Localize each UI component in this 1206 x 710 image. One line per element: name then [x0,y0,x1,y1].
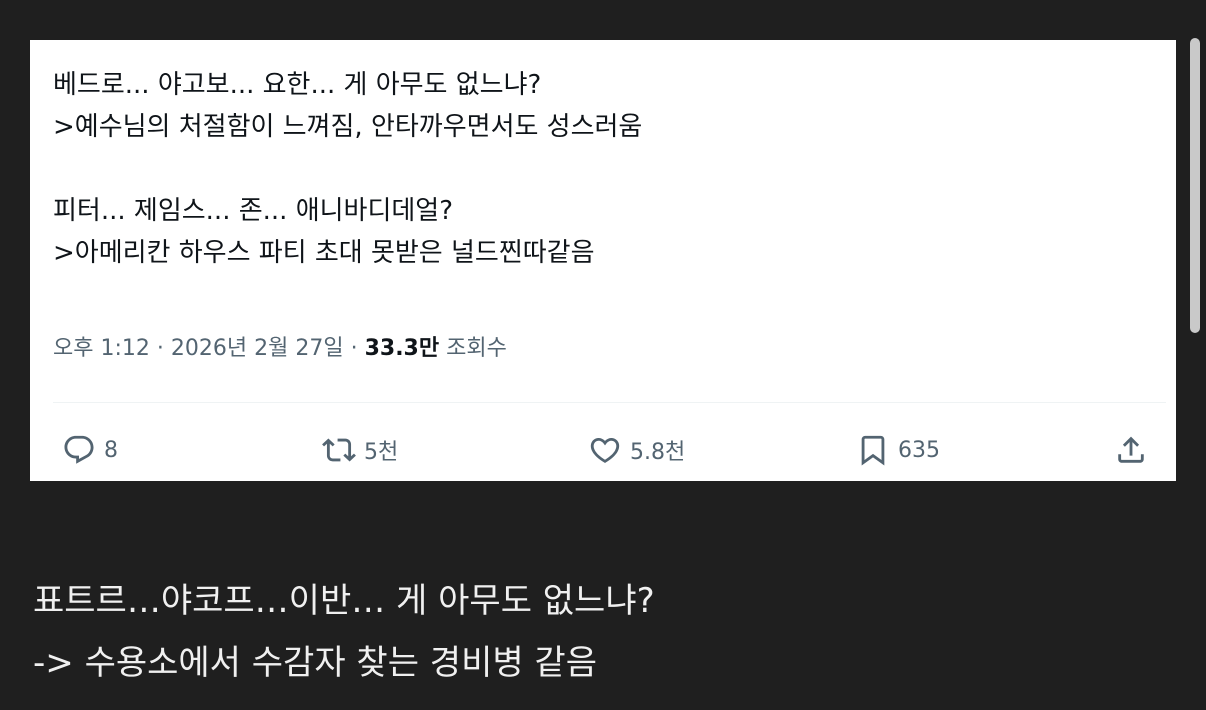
share-icon [1114,433,1148,467]
views-count: 33.3만 [364,336,440,361]
tweet-line: 베드로... 야고보... 요한... 게 아무도 없느냐? [53,70,542,100]
scrollbar-thumb[interactable] [1190,38,1200,333]
meta-separator: · [350,336,358,361]
meta-separator: · [156,336,164,361]
tweet-body: 베드로... 야고보... 요한... 게 아무도 없느냐? >예수님의 처절함… [53,64,1153,274]
tweet-line: >아메리칸 하우스 파티 초대 못받은 널드찐따같음 [53,238,595,268]
share-button[interactable] [1114,430,1148,470]
heart-icon [588,433,622,467]
caption-line: 표트르…야코프…이반… 게 아무도 없느냐? [33,581,655,621]
retweet-button[interactable]: 5천 [322,430,398,470]
reply-count: 8 [104,437,118,463]
tweet-line: >예수님의 처절함이 느껴짐, 안타까우면서도 성스러움 [53,112,643,142]
caption-line: -> 수용소에서 수감자 찾는 경비병 같음 [33,643,597,683]
bookmark-button[interactable]: 635 [856,430,940,470]
tweet-line: 피터... 제임스... 존... 애니바디데얼? [53,196,454,226]
reply-icon [62,433,96,467]
scrollbar[interactable] [1190,38,1200,333]
like-button[interactable]: 5.8천 [588,430,685,470]
retweet-count: 5천 [364,440,399,465]
tweet-time: 오후 1:12 [53,336,150,361]
page: 베드로... 야고보... 요한... 게 아무도 없느냐? >예수님의 처절함… [0,0,1206,710]
bookmark-count: 635 [898,437,940,463]
retweet-icon [322,433,356,467]
reply-button[interactable]: 8 [62,430,118,470]
tweet-screenshot: 베드로... 야고보... 요한... 게 아무도 없느냐? >예수님의 처절함… [30,40,1176,481]
tweet-actions: 8 5천 5.8천 635 [30,430,1176,470]
bookmark-icon [856,433,890,467]
tweet-date: 2026년 2월 27일 [170,336,344,361]
divider [53,402,1166,403]
tweet-meta: 오후 1:12 · 2026년 2월 27일 · 33.3만 조회수 [53,330,507,362]
like-count: 5.8천 [630,440,686,465]
caption: 표트르…야코프…이반… 게 아무도 없느냐? -> 수용소에서 수감자 찾는 경… [33,570,655,694]
views-label: 조회수 [446,336,507,361]
